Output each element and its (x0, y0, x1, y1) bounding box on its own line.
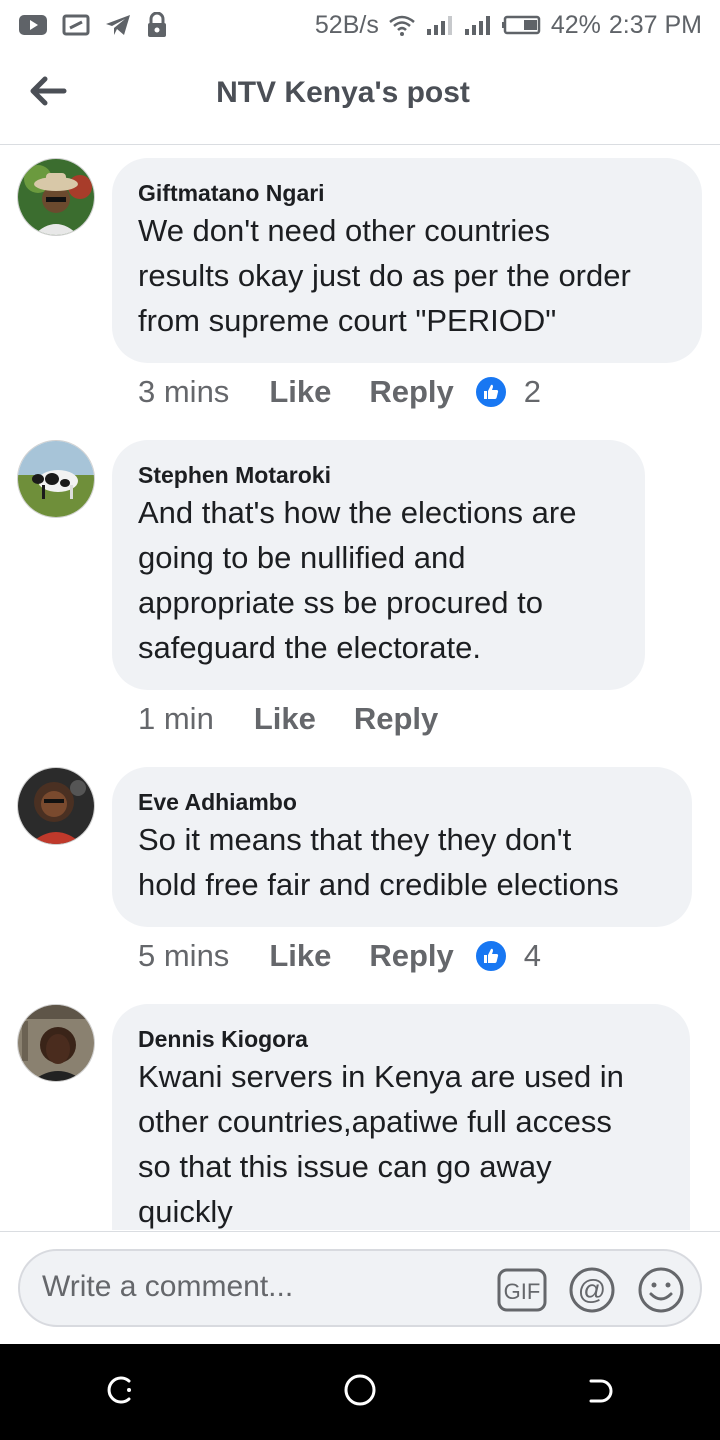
emoji-icon[interactable] (635, 1264, 687, 1316)
back-nav-button[interactable] (570, 1362, 630, 1422)
avatar[interactable] (17, 440, 95, 518)
post-header: NTV Kenya's post (0, 50, 720, 145)
comment-bubble: Giftmatano Ngari We don't need other cou… (112, 158, 702, 363)
comment-actions: 3 mins Like Reply 2 (138, 374, 541, 410)
comment-text-line: so that this issue can go away (138, 1149, 552, 1184)
thumbs-up-icon[interactable] (473, 375, 508, 409)
comment-author[interactable]: Giftmatano Ngari (138, 178, 674, 208)
page-title: NTV Kenya's post (216, 76, 470, 109)
thumbs-up-icon[interactable] (473, 939, 508, 973)
signal-icon (425, 13, 455, 37)
comment-input[interactable]: Write a comment... GIF @ (18, 1249, 702, 1327)
reply-button[interactable]: Reply (369, 938, 453, 974)
recent-apps-button[interactable] (90, 1362, 150, 1422)
avatar[interactable] (17, 158, 95, 236)
home-button[interactable] (330, 1362, 390, 1422)
reaction-count[interactable]: 4 (524, 938, 541, 974)
comment-text-line: going to be nullified and (138, 540, 466, 575)
comment-text-line: results okay just do as per the order (138, 258, 631, 293)
comment-text-line: appropriate ss be procured to (138, 585, 543, 620)
comment-text-line: safeguard the electorate. (138, 630, 481, 665)
back-nav-icon (583, 1373, 617, 1412)
comment-text-line: hold free fair and credible elections (138, 867, 619, 902)
lock-icon (146, 12, 168, 38)
comment-time[interactable]: 5 mins (138, 938, 229, 974)
comment-author[interactable]: Eve Adhiambo (138, 787, 664, 817)
comment-author[interactable]: Dennis Kiogora (138, 1024, 662, 1054)
comment-bubble: Stephen Motaroki And that's how the elec… (112, 440, 645, 690)
comment-text-line: So it means that they they don't (138, 822, 572, 857)
comment-bubble: Dennis Kiogora Kwani servers in Kenya ar… (112, 1004, 690, 1230)
signal-icon-2 (463, 13, 493, 37)
avatar[interactable] (17, 767, 95, 845)
comment-text-line: other countries,apatiwe full access (138, 1104, 612, 1139)
gif-button[interactable]: GIF (496, 1264, 548, 1316)
reaction-count[interactable]: 2 (524, 374, 541, 410)
telegram-icon (104, 13, 132, 37)
comment-time[interactable]: 1 min (138, 701, 214, 737)
comment-time[interactable]: 3 mins (138, 374, 229, 410)
comment-actions: 1 min Like Reply (138, 701, 476, 737)
net-speed: 52B/s (314, 10, 379, 39)
comment-list: Giftmatano Ngari We don't need other cou… (0, 146, 720, 1230)
battery-icon (501, 13, 543, 37)
recent-apps-icon (103, 1373, 137, 1412)
wifi-icon (387, 13, 417, 37)
screen-icon (62, 13, 90, 37)
comment-author[interactable]: Stephen Motaroki (138, 460, 617, 490)
comment-placeholder[interactable]: Write a comment... (42, 1270, 293, 1304)
reply-button[interactable]: Reply (354, 701, 438, 737)
like-button[interactable]: Like (269, 938, 331, 974)
comment-actions: 5 mins Like Reply 4 (138, 938, 541, 974)
status-right: 52B/s 42% 2:37 PM (315, 11, 702, 40)
status-left-icons (18, 12, 168, 38)
home-icon (342, 1372, 378, 1413)
comment-text-line: We don't need other countries (138, 213, 551, 248)
status-bar: 52B/s 42% 2:37 PM (0, 0, 720, 50)
gif-label: GIF (504, 1279, 541, 1304)
comment-text-line: from supreme court "PERIOD" (138, 303, 557, 338)
comment-text-line: And that's how the elections are (138, 495, 577, 530)
like-button[interactable]: Like (254, 701, 316, 737)
avatar[interactable] (17, 1004, 95, 1082)
mention-icon[interactable]: @ (566, 1264, 618, 1316)
battery-level: 42% (550, 10, 601, 39)
comment-text-line: Kwani servers in Kenya are used in (138, 1059, 624, 1094)
youtube-icon (18, 13, 48, 37)
comment-composer: Write a comment... GIF @ (0, 1231, 720, 1344)
system-nav-bar (0, 1344, 720, 1440)
reply-button[interactable]: Reply (369, 374, 453, 410)
comment-bubble: Eve Adhiambo So it means that they they … (112, 767, 692, 927)
clock: 2:37 PM (608, 10, 702, 39)
svg-text:@: @ (578, 1274, 606, 1305)
like-button[interactable]: Like (269, 374, 331, 410)
comment-text-line: quickly (138, 1194, 233, 1229)
